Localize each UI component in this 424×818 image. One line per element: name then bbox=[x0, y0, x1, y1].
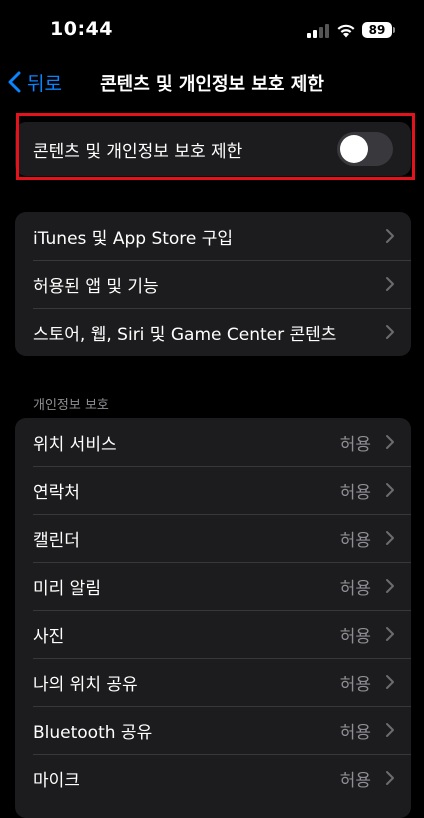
list-item-label: Bluetooth 공유 bbox=[33, 722, 153, 743]
list-item-value: 허용 bbox=[339, 578, 371, 599]
privacy-item-photos[interactable]: 사진 허용 bbox=[15, 610, 411, 658]
list-item-label: 미리 알림 bbox=[33, 578, 101, 599]
restriction-item-store-content[interactable]: 스토어, 웹, Siri 및 Game Center 콘텐츠 bbox=[15, 308, 411, 356]
privacy-item-microphone[interactable]: 마이크 허용 bbox=[15, 754, 411, 802]
list-item-value: 허용 bbox=[339, 530, 371, 551]
list-item-label: 나의 위치 공유 bbox=[33, 674, 138, 695]
list-item-value: 허용 bbox=[339, 722, 371, 743]
status-bar: 10:44 89 bbox=[0, 0, 424, 62]
restriction-item-allowed-apps[interactable]: 허용된 앱 및 기능 bbox=[15, 260, 411, 308]
chevron-right-icon bbox=[386, 627, 394, 641]
privacy-item-location[interactable]: 위치 서비스 허용 bbox=[15, 418, 411, 466]
chevron-right-icon bbox=[386, 435, 394, 449]
privacy-item-reminders[interactable]: 미리 알림 허용 bbox=[15, 562, 411, 610]
page-title: 콘텐츠 및 개인정보 보호 제한 bbox=[100, 74, 324, 95]
list-item-value: 허용 bbox=[339, 770, 371, 791]
chevron-right-icon bbox=[386, 675, 394, 689]
privacy-item-contacts[interactable]: 연락처 허용 bbox=[15, 466, 411, 514]
list-item-label: 마이크 bbox=[33, 770, 80, 791]
privacy-item-bluetooth[interactable]: Bluetooth 공유 허용 bbox=[15, 706, 411, 754]
restriction-item-itunes[interactable]: iTunes 및 App Store 구입 bbox=[15, 212, 411, 260]
privacy-item-calendar[interactable]: 캘린더 허용 bbox=[15, 514, 411, 562]
chevron-right-icon bbox=[386, 229, 394, 243]
list-item-label: 위치 서비스 bbox=[33, 434, 117, 455]
list-item-label: 스토어, 웹, Siri 및 Game Center 콘텐츠 bbox=[33, 324, 337, 345]
battery-icon: 89 bbox=[362, 22, 392, 38]
list-item-label: 캘린더 bbox=[33, 530, 80, 551]
status-time: 10:44 bbox=[50, 18, 113, 40]
battery-tip bbox=[393, 27, 395, 33]
chevron-right-icon bbox=[386, 579, 394, 593]
restrictions-group: iTunes 및 App Store 구입 허용된 앱 및 기능 스토어, 웹,… bbox=[15, 212, 411, 356]
chevron-right-icon bbox=[386, 277, 394, 291]
privacy-group: 위치 서비스 허용 연락처 허용 캘린더 허용 미리 알림 허용 사진 허용 나… bbox=[15, 418, 411, 818]
list-item-value: 허용 bbox=[339, 674, 371, 695]
wifi-icon bbox=[337, 24, 355, 38]
red-highlight-box bbox=[16, 113, 415, 180]
privacy-item-share-location[interactable]: 나의 위치 공유 허용 bbox=[15, 658, 411, 706]
list-item-label: iTunes 및 App Store 구입 bbox=[33, 228, 234, 249]
list-item-label: 사진 bbox=[33, 626, 65, 647]
list-item-label: 허용된 앱 및 기능 bbox=[33, 276, 159, 297]
list-item-label: 연락처 bbox=[33, 482, 80, 503]
privacy-section-header: 개인정보 보호 bbox=[33, 398, 109, 413]
chevron-right-icon bbox=[386, 531, 394, 545]
chevron-right-icon bbox=[386, 723, 394, 737]
chevron-right-icon bbox=[386, 483, 394, 497]
list-item-value: 허용 bbox=[339, 626, 371, 647]
chevron-right-icon bbox=[386, 325, 394, 339]
list-item-value: 허용 bbox=[339, 482, 371, 503]
chevron-right-icon bbox=[386, 771, 394, 785]
cellular-signal-icon bbox=[307, 24, 329, 38]
list-item-value: 허용 bbox=[339, 434, 371, 455]
navigation-bar: 뒤로 콘텐츠 및 개인정보 보호 제한 bbox=[0, 62, 424, 102]
